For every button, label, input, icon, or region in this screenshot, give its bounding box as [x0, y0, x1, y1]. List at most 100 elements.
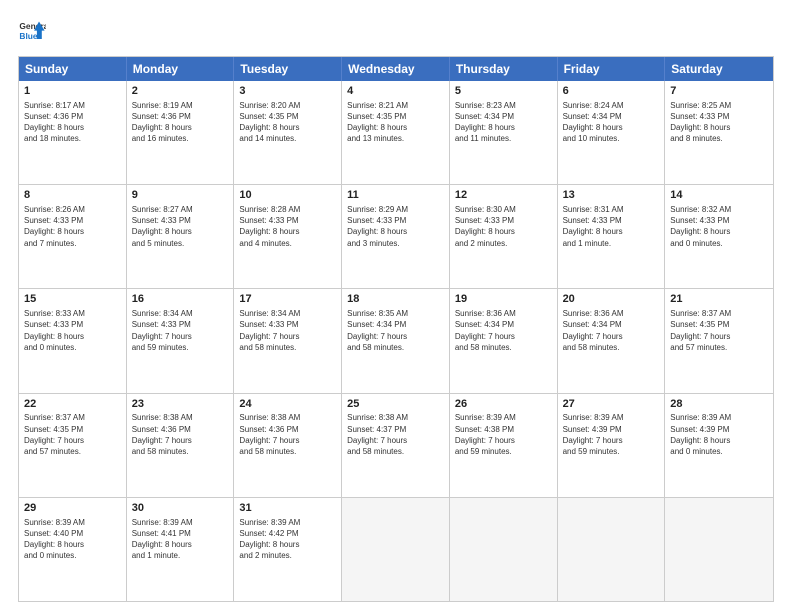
cal-header-friday: Friday	[558, 57, 666, 81]
cal-cell-empty	[665, 498, 773, 601]
day-number: 12	[455, 188, 552, 203]
cell-info: Sunrise: 8:39 AMSunset: 4:38 PMDaylight:…	[455, 412, 552, 457]
cell-info: Sunrise: 8:26 AMSunset: 4:33 PMDaylight:…	[24, 204, 121, 249]
cal-cell-empty	[558, 498, 666, 601]
cal-cell-day-2: 2Sunrise: 8:19 AMSunset: 4:36 PMDaylight…	[127, 81, 235, 184]
cell-info: Sunrise: 8:39 AMSunset: 4:39 PMDaylight:…	[563, 412, 660, 457]
day-number: 1	[24, 84, 121, 99]
day-number: 27	[563, 397, 660, 412]
cal-header-sunday: Sunday	[19, 57, 127, 81]
cal-cell-day-3: 3Sunrise: 8:20 AMSunset: 4:35 PMDaylight…	[234, 81, 342, 184]
cal-cell-day-7: 7Sunrise: 8:25 AMSunset: 4:33 PMDaylight…	[665, 81, 773, 184]
cal-cell-day-10: 10Sunrise: 8:28 AMSunset: 4:33 PMDayligh…	[234, 185, 342, 288]
cal-cell-day-24: 24Sunrise: 8:38 AMSunset: 4:36 PMDayligh…	[234, 394, 342, 497]
cal-cell-day-26: 26Sunrise: 8:39 AMSunset: 4:38 PMDayligh…	[450, 394, 558, 497]
cal-row-3: 15Sunrise: 8:33 AMSunset: 4:33 PMDayligh…	[19, 289, 773, 393]
cal-cell-empty	[342, 498, 450, 601]
cell-info: Sunrise: 8:23 AMSunset: 4:34 PMDaylight:…	[455, 100, 552, 145]
cal-cell-day-27: 27Sunrise: 8:39 AMSunset: 4:39 PMDayligh…	[558, 394, 666, 497]
cell-info: Sunrise: 8:39 AMSunset: 4:39 PMDaylight:…	[670, 412, 768, 457]
logo-icon: GeneralBlue	[18, 18, 46, 46]
cell-info: Sunrise: 8:32 AMSunset: 4:33 PMDaylight:…	[670, 204, 768, 249]
cal-cell-empty	[450, 498, 558, 601]
calendar-body: 1Sunrise: 8:17 AMSunset: 4:36 PMDaylight…	[19, 81, 773, 601]
cal-cell-day-16: 16Sunrise: 8:34 AMSunset: 4:33 PMDayligh…	[127, 289, 235, 392]
cell-info: Sunrise: 8:30 AMSunset: 4:33 PMDaylight:…	[455, 204, 552, 249]
cal-cell-day-30: 30Sunrise: 8:39 AMSunset: 4:41 PMDayligh…	[127, 498, 235, 601]
calendar-header-row: SundayMondayTuesdayWednesdayThursdayFrid…	[19, 57, 773, 81]
cell-info: Sunrise: 8:34 AMSunset: 4:33 PMDaylight:…	[132, 308, 229, 353]
cell-info: Sunrise: 8:37 AMSunset: 4:35 PMDaylight:…	[670, 308, 768, 353]
cal-header-wednesday: Wednesday	[342, 57, 450, 81]
calendar: SundayMondayTuesdayWednesdayThursdayFrid…	[18, 56, 774, 602]
day-number: 2	[132, 84, 229, 99]
cal-cell-day-31: 31Sunrise: 8:39 AMSunset: 4:42 PMDayligh…	[234, 498, 342, 601]
day-number: 15	[24, 292, 121, 307]
day-number: 22	[24, 397, 121, 412]
cell-info: Sunrise: 8:25 AMSunset: 4:33 PMDaylight:…	[670, 100, 768, 145]
cal-header-monday: Monday	[127, 57, 235, 81]
day-number: 3	[239, 84, 336, 99]
cell-info: Sunrise: 8:29 AMSunset: 4:33 PMDaylight:…	[347, 204, 444, 249]
day-number: 16	[132, 292, 229, 307]
cell-info: Sunrise: 8:38 AMSunset: 4:36 PMDaylight:…	[132, 412, 229, 457]
cal-header-thursday: Thursday	[450, 57, 558, 81]
day-number: 21	[670, 292, 768, 307]
day-number: 30	[132, 501, 229, 516]
cal-cell-day-23: 23Sunrise: 8:38 AMSunset: 4:36 PMDayligh…	[127, 394, 235, 497]
day-number: 11	[347, 188, 444, 203]
day-number: 20	[563, 292, 660, 307]
day-number: 24	[239, 397, 336, 412]
cal-row-4: 22Sunrise: 8:37 AMSunset: 4:35 PMDayligh…	[19, 394, 773, 498]
cell-info: Sunrise: 8:38 AMSunset: 4:37 PMDaylight:…	[347, 412, 444, 457]
cell-info: Sunrise: 8:33 AMSunset: 4:33 PMDaylight:…	[24, 308, 121, 353]
cal-cell-day-11: 11Sunrise: 8:29 AMSunset: 4:33 PMDayligh…	[342, 185, 450, 288]
cal-row-1: 1Sunrise: 8:17 AMSunset: 4:36 PMDaylight…	[19, 81, 773, 185]
cell-info: Sunrise: 8:35 AMSunset: 4:34 PMDaylight:…	[347, 308, 444, 353]
cal-cell-day-22: 22Sunrise: 8:37 AMSunset: 4:35 PMDayligh…	[19, 394, 127, 497]
day-number: 5	[455, 84, 552, 99]
cell-info: Sunrise: 8:31 AMSunset: 4:33 PMDaylight:…	[563, 204, 660, 249]
cell-info: Sunrise: 8:39 AMSunset: 4:40 PMDaylight:…	[24, 517, 121, 562]
cell-info: Sunrise: 8:24 AMSunset: 4:34 PMDaylight:…	[563, 100, 660, 145]
day-number: 28	[670, 397, 768, 412]
day-number: 23	[132, 397, 229, 412]
cal-cell-day-1: 1Sunrise: 8:17 AMSunset: 4:36 PMDaylight…	[19, 81, 127, 184]
cell-info: Sunrise: 8:28 AMSunset: 4:33 PMDaylight:…	[239, 204, 336, 249]
cell-info: Sunrise: 8:34 AMSunset: 4:33 PMDaylight:…	[239, 308, 336, 353]
cal-cell-day-5: 5Sunrise: 8:23 AMSunset: 4:34 PMDaylight…	[450, 81, 558, 184]
cal-cell-day-15: 15Sunrise: 8:33 AMSunset: 4:33 PMDayligh…	[19, 289, 127, 392]
cal-cell-day-18: 18Sunrise: 8:35 AMSunset: 4:34 PMDayligh…	[342, 289, 450, 392]
cal-row-5: 29Sunrise: 8:39 AMSunset: 4:40 PMDayligh…	[19, 498, 773, 601]
cal-row-2: 8Sunrise: 8:26 AMSunset: 4:33 PMDaylight…	[19, 185, 773, 289]
cal-header-tuesday: Tuesday	[234, 57, 342, 81]
cal-cell-day-4: 4Sunrise: 8:21 AMSunset: 4:35 PMDaylight…	[342, 81, 450, 184]
day-number: 7	[670, 84, 768, 99]
cell-info: Sunrise: 8:19 AMSunset: 4:36 PMDaylight:…	[132, 100, 229, 145]
page-header: GeneralBlue	[18, 18, 774, 46]
logo: GeneralBlue	[18, 18, 46, 46]
cell-info: Sunrise: 8:37 AMSunset: 4:35 PMDaylight:…	[24, 412, 121, 457]
cell-info: Sunrise: 8:38 AMSunset: 4:36 PMDaylight:…	[239, 412, 336, 457]
cal-cell-day-21: 21Sunrise: 8:37 AMSunset: 4:35 PMDayligh…	[665, 289, 773, 392]
day-number: 4	[347, 84, 444, 99]
cal-cell-day-9: 9Sunrise: 8:27 AMSunset: 4:33 PMDaylight…	[127, 185, 235, 288]
svg-text:Blue: Blue	[19, 31, 37, 41]
day-number: 29	[24, 501, 121, 516]
cal-cell-day-13: 13Sunrise: 8:31 AMSunset: 4:33 PMDayligh…	[558, 185, 666, 288]
cal-cell-day-19: 19Sunrise: 8:36 AMSunset: 4:34 PMDayligh…	[450, 289, 558, 392]
cal-cell-day-14: 14Sunrise: 8:32 AMSunset: 4:33 PMDayligh…	[665, 185, 773, 288]
cell-info: Sunrise: 8:21 AMSunset: 4:35 PMDaylight:…	[347, 100, 444, 145]
cal-cell-day-12: 12Sunrise: 8:30 AMSunset: 4:33 PMDayligh…	[450, 185, 558, 288]
cell-info: Sunrise: 8:20 AMSunset: 4:35 PMDaylight:…	[239, 100, 336, 145]
day-number: 6	[563, 84, 660, 99]
cal-cell-day-20: 20Sunrise: 8:36 AMSunset: 4:34 PMDayligh…	[558, 289, 666, 392]
day-number: 25	[347, 397, 444, 412]
cell-info: Sunrise: 8:36 AMSunset: 4:34 PMDaylight:…	[455, 308, 552, 353]
cal-cell-day-8: 8Sunrise: 8:26 AMSunset: 4:33 PMDaylight…	[19, 185, 127, 288]
day-number: 10	[239, 188, 336, 203]
day-number: 19	[455, 292, 552, 307]
cell-info: Sunrise: 8:39 AMSunset: 4:41 PMDaylight:…	[132, 517, 229, 562]
cal-cell-day-29: 29Sunrise: 8:39 AMSunset: 4:40 PMDayligh…	[19, 498, 127, 601]
day-number: 17	[239, 292, 336, 307]
